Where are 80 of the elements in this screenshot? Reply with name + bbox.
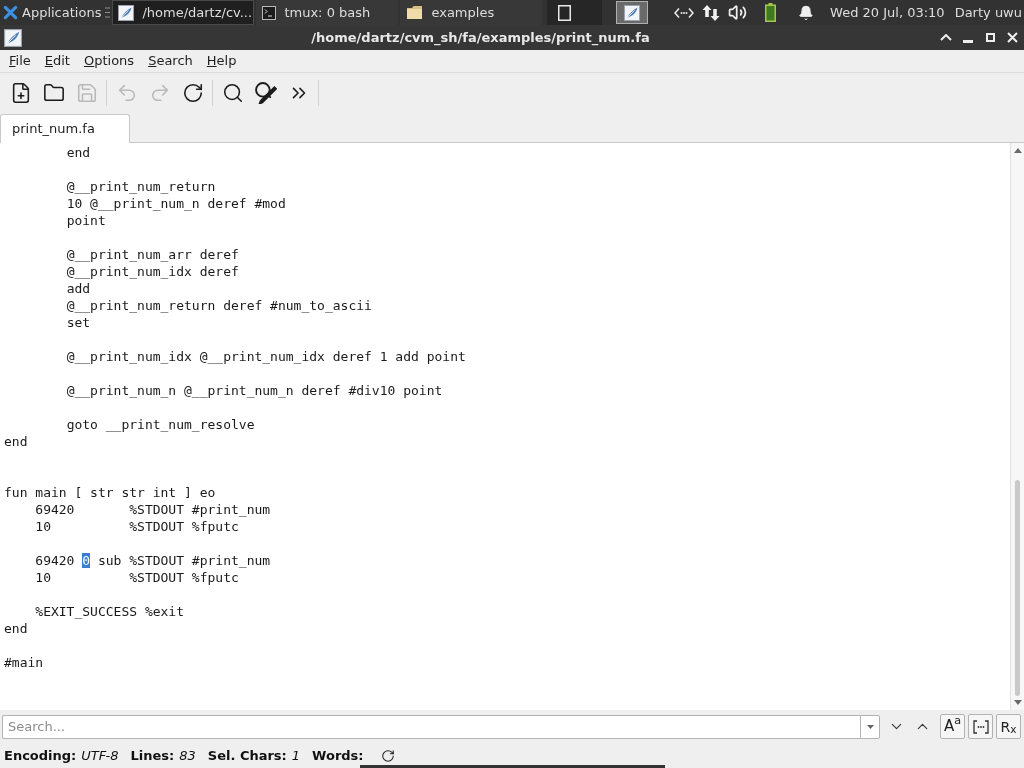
folder-icon [406,5,424,20]
feather-icon [4,28,22,47]
menu-item[interactable]: Search [141,51,200,71]
code-line: @__print_num_idx deref [66,264,239,279]
whole-word-button[interactable] [968,714,993,739]
code-line: 10 @__print_num_n deref #mod [66,196,286,211]
status-label: Lines: [130,746,175,765]
battery-icon[interactable] [765,3,777,22]
clock[interactable]: Wed 20 Jul, 03:10 [830,0,945,25]
code-line: @__print_num_arr deref [66,247,239,262]
folder-icon [42,81,65,104]
feather-icon [118,4,135,21]
code-line: end [66,145,91,160]
menu-item[interactable]: Options [76,51,142,71]
workspace-button[interactable] [547,0,603,25]
minimize-icon [963,39,973,43]
code-line: 10 %STDOUT %fputc [35,570,239,585]
menu-item[interactable]: File [2,51,38,71]
code-line: point [66,213,106,228]
regex-button[interactable]: R$_{x}$ [996,714,1021,739]
scrollbar-thumb[interactable] [1015,480,1020,696]
speaker-icon[interactable] [728,3,748,22]
brackets-icon [972,719,989,734]
menu-item[interactable]: Edit [37,51,77,71]
code-line: %EXIT_SUCCESS %exit [35,604,185,619]
task-button[interactable]: /home/dartz/cv... [112,0,255,25]
handle-icon [105,7,111,18]
x-logo-icon [3,5,18,20]
bell-icon[interactable] [798,4,815,21]
maximize-icon [985,33,995,42]
task-button[interactable]: tmux: 0 bash [256,0,399,25]
save-icon [75,81,98,104]
code-line: #main [4,655,44,670]
code-line: 69420 %STDOUT #print_num [35,502,271,517]
code-line: add [66,281,91,296]
window-title: /home/dartz/cvm_sh/fa/examples/print_num.fa [311,28,650,48]
code-line: end [4,621,28,636]
close-icon [1006,32,1018,43]
code-line: end [4,434,28,449]
match-case-button[interactable]: A$^{a}$ [940,714,965,739]
code-line: fun main [ str str int ] eo [4,485,216,500]
caret-icon [866,724,874,729]
code-text: 69420 [35,553,76,568]
network-icon[interactable] [674,6,695,19]
search-icon [221,81,244,104]
task-button[interactable]: examples [400,0,543,25]
file-tab[interactable]: print_num.fa [0,114,130,143]
vertical-scrollbar[interactable] [1010,143,1024,710]
chevron-up-icon [940,34,952,41]
reload-icon [181,81,204,104]
workspace-button[interactable] [616,1,649,24]
status-value: 83 [179,746,196,765]
status-label: Words: [312,746,364,765]
status-label: Sel. Chars: [207,746,287,765]
code-line: 10 %STDOUT %fputc [35,519,239,534]
code-line: @__print_num_idx @__print_num_idx deref 1 add point [66,349,466,364]
search-pencil-icon [254,81,277,104]
applications-menu[interactable]: Applications [0,0,104,25]
user-name[interactable]: Darty uwu [954,0,1024,25]
status-value: UTF-8 [81,746,119,765]
code-line: @__print_num_return deref #num_to_ascii [66,298,372,313]
refresh-button[interactable] [380,748,395,763]
status-label: Encoding: [4,746,77,765]
code-text: sub %STDOUT #print_num [97,553,271,568]
dropdown-button[interactable] [860,714,880,739]
menu-item[interactable]: Help [199,51,244,71]
selected-text: 0 [82,553,91,568]
refresh-icon [380,748,395,763]
up-down-arrows-icon[interactable] [702,3,721,22]
scroll-up-icon[interactable] [1013,148,1022,153]
feather-icon [624,4,641,21]
code-line: set [66,315,91,330]
window-outline-icon [558,4,572,21]
code-line: @__print_num_return [66,179,216,194]
search-field[interactable]: Search... [2,714,860,739]
status-value: 1 [291,746,301,765]
code-line: @__print_num_n @__print_num_n deref #div10 point [66,383,443,398]
code-line: goto __print_num_resolve [66,417,255,432]
terminal-icon [262,5,277,20]
scroll-down-icon[interactable] [1013,700,1022,705]
